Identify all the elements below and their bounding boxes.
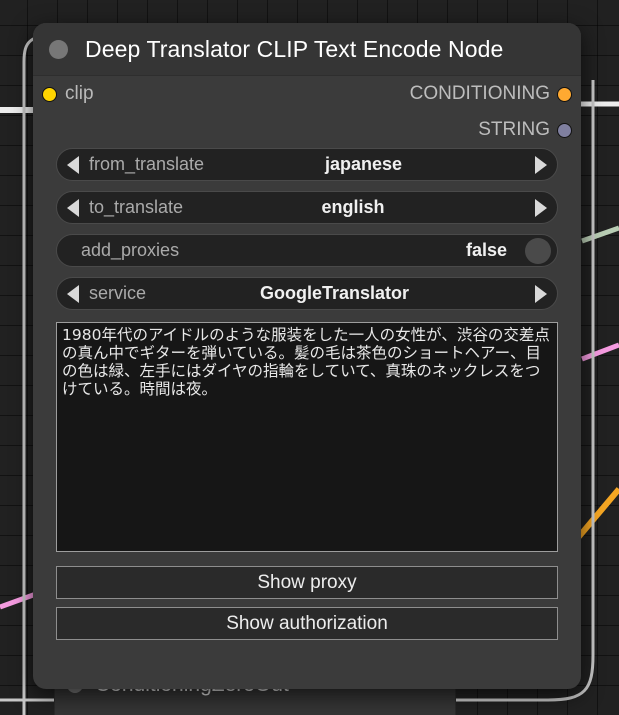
widget-service[interactable]: service GoogleTranslator xyxy=(56,277,558,310)
widget-value-from-translate: japanese xyxy=(325,154,403,174)
chevron-left-icon[interactable] xyxy=(67,198,79,217)
widget-label-service: service xyxy=(89,283,147,303)
toggle-knob-icon[interactable] xyxy=(525,237,551,264)
pink-link-wire-left xyxy=(0,591,37,610)
widget-value-add-proxies: false xyxy=(465,240,507,260)
widget-to-translate[interactable]: to_translate english xyxy=(56,191,558,224)
chevron-right-icon[interactable] xyxy=(534,284,547,303)
pink-link-wire-right xyxy=(581,342,619,362)
prompt-text: 1980年代のアイドルのような服装をした一人の女性が、渋谷の交差点の真ん中でギタ… xyxy=(62,326,550,398)
widget-label-from-translate: from_translate xyxy=(89,154,205,174)
output-label-string: STRING xyxy=(478,119,550,140)
show-authorization-button[interactable]: Show authorization xyxy=(56,607,558,640)
node-widgets: from_translate japanese to_translate eng… xyxy=(33,148,581,310)
widget-label-to-translate: to_translate xyxy=(89,197,184,217)
chevron-right-icon[interactable] xyxy=(534,198,547,217)
prompt-textarea-wrap: 1980年代のアイドルのような服装をした一人の女性が、渋谷の交差点の真ん中でギタ… xyxy=(33,310,581,552)
node-titlebar[interactable]: Deep Translator CLIP Text Encode Node xyxy=(33,23,581,76)
node-title: Deep Translator CLIP Text Encode Node xyxy=(85,35,504,62)
output-label-conditioning: CONDITIONING xyxy=(409,83,550,104)
prompt-textarea[interactable]: 1980年代のアイドルのような服装をした一人の女性が、渋谷の交差点の真ん中でギタ… xyxy=(56,322,558,552)
input-slot-dot-icon[interactable] xyxy=(42,86,57,102)
widget-value-to-translate: english xyxy=(321,197,385,217)
node-deep-translator-clip-text-encode[interactable]: Deep Translator CLIP Text Encode Node cl… xyxy=(33,23,581,689)
green-link-wire xyxy=(581,225,619,244)
chevron-left-icon[interactable] xyxy=(67,284,79,303)
widget-value-service: GoogleTranslator xyxy=(259,283,410,303)
collapse-dot-icon[interactable] xyxy=(49,39,68,59)
input-label-clip: clip xyxy=(65,83,94,104)
graph-canvas[interactable]: ConditioningZeroOut Deep Translator CLIP… xyxy=(0,0,619,715)
node-buttons: Show proxy Show authorization xyxy=(33,552,581,640)
output-slot-dot-icon[interactable] xyxy=(557,86,572,102)
port-row-string: STRING xyxy=(33,112,581,148)
chevron-left-icon[interactable] xyxy=(67,155,79,174)
node-ports: clip CONDITIONING STRING xyxy=(33,76,581,148)
output-slot-dot-icon[interactable] xyxy=(557,122,572,138)
widget-label-add-proxies: add_proxies xyxy=(81,240,180,260)
widget-add-proxies[interactable]: add_proxies false xyxy=(56,234,558,267)
port-row-clip-conditioning: clip CONDITIONING xyxy=(33,76,581,112)
chevron-right-icon[interactable] xyxy=(534,155,547,174)
show-proxy-button[interactable]: Show proxy xyxy=(56,566,558,599)
widget-from-translate[interactable]: from_translate japanese xyxy=(56,148,558,181)
node-body: clip CONDITIONING STRING from_translate … xyxy=(33,76,581,640)
